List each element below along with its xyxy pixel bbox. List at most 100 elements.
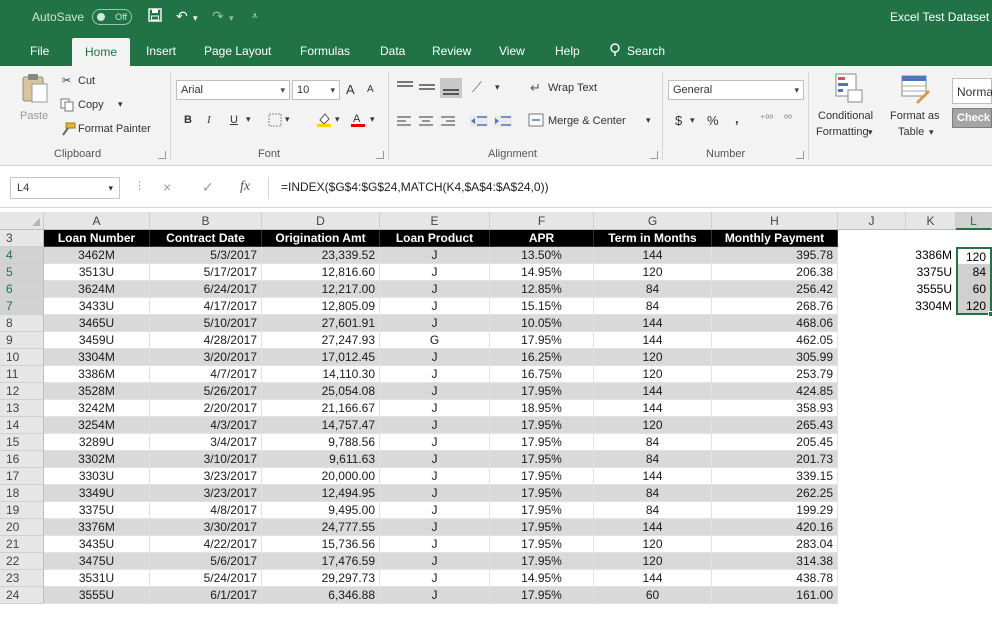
table-cell[interactable]: 3/20/2017 — [150, 349, 262, 366]
conditional-dropdown-icon[interactable]: ▾ — [868, 127, 873, 138]
table-cell[interactable]: J — [380, 264, 490, 281]
row-header-3[interactable]: 3 — [0, 230, 44, 247]
table-cell[interactable]: 144 — [594, 400, 712, 417]
table-cell[interactable]: 120 — [594, 417, 712, 434]
table-cell[interactable]: 161.00 — [712, 587, 838, 604]
number-format-select[interactable]: General ▾ — [668, 80, 804, 100]
orientation-icon[interactable]: ⟋ — [472, 79, 482, 96]
table-cell[interactable]: 283.04 — [712, 536, 838, 553]
table-cell[interactable]: 314.38 — [712, 553, 838, 570]
table-cell[interactable]: 15.15% — [490, 298, 594, 315]
table-cell[interactable]: 144 — [594, 519, 712, 536]
align-top-icon[interactable] — [396, 80, 414, 99]
table-cell[interactable]: 339.15 — [712, 468, 838, 485]
table-cell[interactable]: 3475U — [44, 553, 150, 570]
format-as-table-label[interactable]: Table — [898, 126, 924, 138]
format-as-table-button[interactable]: Format as — [890, 110, 940, 122]
table-cell[interactable]: 12,217.00 — [262, 281, 380, 298]
table-cell[interactable]: 3462M — [44, 247, 150, 264]
currency-dropdown-icon[interactable]: ▾ — [690, 115, 695, 126]
table-cell[interactable]: 3433U — [44, 298, 150, 315]
table-cell[interactable]: 144 — [594, 468, 712, 485]
table-cell[interactable]: 9,495.00 — [262, 502, 380, 519]
table-cell[interactable]: 438.78 — [712, 570, 838, 587]
table-cell[interactable]: 3555U — [44, 587, 150, 604]
table-cell[interactable]: 4/22/2017 — [150, 536, 262, 553]
table-cell[interactable]: 12,494.95 — [262, 485, 380, 502]
cut-button[interactable]: Cut — [78, 75, 95, 87]
table-cell[interactable]: G — [380, 332, 490, 349]
table-cell[interactable]: 3304M — [44, 349, 150, 366]
table-cell[interactable]: 24,777.55 — [262, 519, 380, 536]
row-header-20[interactable]: 20 — [0, 519, 44, 536]
table-cell[interactable]: J — [380, 383, 490, 400]
table-cell[interactable]: 6/24/2017 — [150, 281, 262, 298]
table-cell[interactable]: 5/10/2017 — [150, 315, 262, 332]
row-header-4[interactable]: 4 — [0, 247, 44, 264]
table-cell[interactable]: 17.95% — [490, 502, 594, 519]
tab-view[interactable]: View — [499, 36, 525, 66]
table-cell[interactable]: 17.95% — [490, 417, 594, 434]
table-cell[interactable]: 84 — [594, 485, 712, 502]
table-cell[interactable]: 17.95% — [490, 519, 594, 536]
column-header-b[interactable]: B — [150, 212, 262, 230]
table-cell[interactable]: 3624M — [44, 281, 150, 298]
conditional-formatting-icon[interactable] — [834, 72, 864, 109]
table-cell[interactable]: J — [380, 485, 490, 502]
table-cell[interactable]: 14,110.30 — [262, 366, 380, 383]
table-cell[interactable]: 17.95% — [490, 383, 594, 400]
column-header-d[interactable]: D — [262, 212, 380, 230]
table-cell[interactable]: 5/17/2017 — [150, 264, 262, 281]
row-header-14[interactable]: 14 — [0, 417, 44, 434]
table-header-cell[interactable]: Loan Product — [380, 230, 490, 247]
row-header-16[interactable]: 16 — [0, 451, 44, 468]
table-cell[interactable]: 206.38 — [712, 264, 838, 281]
table-cell[interactable]: J — [380, 519, 490, 536]
row-header-21[interactable]: 21 — [0, 536, 44, 553]
table-cell[interactable]: 17.95% — [490, 587, 594, 604]
conditional-formatting-button[interactable]: Conditional — [818, 110, 873, 122]
table-cell[interactable]: 18.95% — [490, 400, 594, 417]
column-header-f[interactable]: F — [490, 212, 594, 230]
table-cell[interactable]: 6/1/2017 — [150, 587, 262, 604]
grow-font-button[interactable]: A — [346, 82, 355, 97]
font-color-icon[interactable]: A — [350, 111, 366, 132]
undo-dropdown-icon[interactable]: ▾ — [193, 13, 198, 24]
table-cell[interactable]: 3528M — [44, 383, 150, 400]
table-cell[interactable]: 424.85 — [712, 383, 838, 400]
table-cell[interactable]: 21,166.67 — [262, 400, 380, 417]
table-cell[interactable]: J — [380, 451, 490, 468]
table-cell[interactable]: 144 — [594, 570, 712, 587]
cancel-icon[interactable]: × — [163, 179, 171, 195]
table-cell[interactable]: 120 — [594, 536, 712, 553]
row-header-11[interactable]: 11 — [0, 366, 44, 383]
table-cell[interactable]: 3459U — [44, 332, 150, 349]
table-cell[interactable]: 84 — [594, 298, 712, 315]
table-cell[interactable]: 3242M — [44, 400, 150, 417]
borders-icon[interactable] — [268, 113, 282, 132]
row-header-19[interactable]: 19 — [0, 502, 44, 519]
table-cell[interactable]: 15,736.56 — [262, 536, 380, 553]
lookup-result-cell[interactable]: 60 — [956, 281, 992, 298]
table-cell[interactable]: 17.95% — [490, 553, 594, 570]
table-cell[interactable]: 84 — [594, 281, 712, 298]
tab-data[interactable]: Data — [380, 36, 405, 66]
table-cell[interactable]: J — [380, 502, 490, 519]
tab-search[interactable]: Search — [627, 36, 665, 66]
table-cell[interactable]: 144 — [594, 247, 712, 264]
decrease-indent-icon[interactable] — [470, 114, 488, 132]
table-cell[interactable]: 4/3/2017 — [150, 417, 262, 434]
table-cell[interactable]: 462.05 — [712, 332, 838, 349]
lookup-result-cell[interactable]: 120 — [956, 247, 992, 264]
table-cell[interactable]: 395.78 — [712, 247, 838, 264]
tab-help[interactable]: Help — [555, 36, 580, 66]
table-cell[interactable]: 268.76 — [712, 298, 838, 315]
tab-home[interactable]: Home — [72, 38, 131, 66]
table-cell[interactable]: 20,000.00 — [262, 468, 380, 485]
table-cell[interactable]: J — [380, 366, 490, 383]
font-launcher-icon[interactable] — [376, 151, 384, 159]
merge-center-icon[interactable] — [528, 113, 544, 132]
enter-icon[interactable]: ✓ — [202, 179, 214, 196]
table-cell[interactable]: 5/24/2017 — [150, 570, 262, 587]
search-icon[interactable] — [608, 36, 622, 66]
